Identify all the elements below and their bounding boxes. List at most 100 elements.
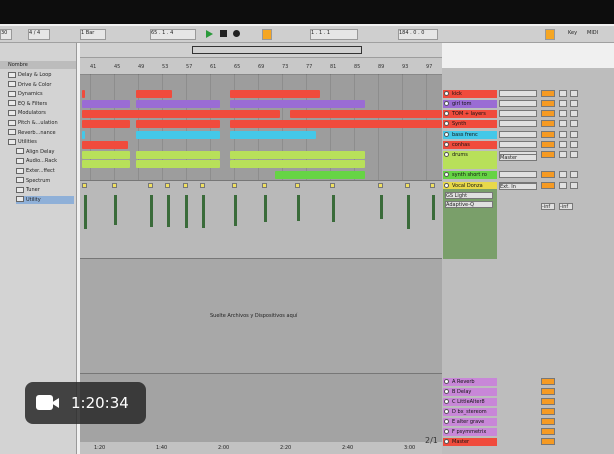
- track-number-button[interactable]: [541, 110, 555, 117]
- arm-button[interactable]: [570, 90, 578, 97]
- vocal-clip-marker[interactable]: [82, 183, 87, 188]
- track-activator-icon[interactable]: [444, 121, 449, 126]
- track-activator-icon[interactable]: [444, 172, 449, 177]
- browser-item[interactable]: Modulators: [8, 109, 46, 117]
- time-ruler[interactable]: 1:20 1:40 2:00 2:20 2:40 3:00: [80, 442, 442, 454]
- browser-item[interactable]: Align Delay: [16, 148, 54, 156]
- arrangement-clip[interactable]: [136, 151, 220, 159]
- vocal-clip-marker[interactable]: [378, 183, 383, 188]
- arm-button[interactable]: [570, 100, 578, 107]
- return-number-button[interactable]: [541, 388, 555, 395]
- return-number-button[interactable]: [541, 438, 555, 445]
- track-activator-icon[interactable]: [444, 379, 449, 384]
- record-icon[interactable]: [233, 30, 240, 37]
- mode-select[interactable]: Adaptive-Q: [445, 201, 493, 208]
- return-track-header[interactable]: E alter grave: [443, 418, 497, 426]
- routing-slot[interactable]: [499, 131, 537, 138]
- track-activator-icon[interactable]: [444, 439, 449, 444]
- track-number-button[interactable]: [541, 182, 555, 189]
- arrangement-clip[interactable]: [136, 160, 220, 168]
- vocal-clip-marker[interactable]: [112, 183, 117, 188]
- pencil-icon[interactable]: [545, 29, 555, 40]
- solo-button[interactable]: [559, 120, 567, 127]
- signature-field[interactable]: 4 / 4: [28, 29, 50, 40]
- track-header[interactable]: Synth: [443, 120, 497, 128]
- browser-item[interactable]: Pitch &...ulation: [8, 119, 58, 127]
- solo-button[interactable]: [559, 182, 567, 189]
- routing-slot[interactable]: [499, 120, 537, 127]
- browser-item[interactable]: EQ & Filters: [8, 100, 47, 108]
- browser-item[interactable]: Delay & Loop: [8, 71, 51, 79]
- arm-button[interactable]: [570, 182, 578, 189]
- vocal-track-lane[interactable]: [80, 180, 442, 259]
- track-activator-icon[interactable]: [444, 419, 449, 424]
- arrangement-clip[interactable]: [82, 160, 130, 168]
- arm-button[interactable]: [570, 120, 578, 127]
- return-number-button[interactable]: [541, 418, 555, 425]
- position-field[interactable]: 65 . 1 . 4: [150, 29, 196, 40]
- arrangement-clip[interactable]: [136, 100, 220, 108]
- track-activator-icon[interactable]: [444, 101, 449, 106]
- track-number-button[interactable]: [541, 131, 555, 138]
- solo-button[interactable]: [559, 110, 567, 117]
- track-number-button[interactable]: [541, 120, 555, 127]
- track-activator-icon[interactable]: [444, 389, 449, 394]
- arm-button[interactable]: [570, 141, 578, 148]
- track-header[interactable]: synth short ro: [443, 171, 497, 179]
- track-activator-icon[interactable]: [444, 183, 449, 188]
- arm-button[interactable]: [570, 110, 578, 117]
- arrangement-clip[interactable]: [136, 120, 220, 128]
- solo-button[interactable]: [559, 151, 567, 158]
- arrangement-clip[interactable]: [275, 171, 365, 179]
- input-ext-select[interactable]: Ext. In: [499, 183, 537, 190]
- arm-button[interactable]: [570, 171, 578, 178]
- solo-button[interactable]: [559, 100, 567, 107]
- vocal-clip-marker[interactable]: [165, 183, 170, 188]
- track-activator-icon[interactable]: [444, 152, 449, 157]
- input-select[interactable]: GS Light: [445, 192, 493, 199]
- track-header[interactable]: conhas: [443, 141, 497, 149]
- send-value[interactable]: -inf: [559, 203, 573, 210]
- vocal-clip-marker[interactable]: [183, 183, 188, 188]
- arrangement-clip[interactable]: [230, 160, 365, 168]
- vocal-clip-marker[interactable]: [295, 183, 300, 188]
- arrangement-clip[interactable]: [82, 100, 130, 108]
- return-number-button[interactable]: [541, 398, 555, 405]
- track-number-button[interactable]: [541, 141, 555, 148]
- arrangement-clip[interactable]: [230, 120, 442, 128]
- loop-length-field[interactable]: 184 . 0 . 0: [398, 29, 438, 40]
- play-icon[interactable]: [206, 30, 213, 38]
- return-track-header[interactable]: B Delay: [443, 388, 497, 396]
- arrangement-clip[interactable]: [82, 151, 130, 159]
- browser-item[interactable]: Tuner: [16, 186, 40, 194]
- track-header[interactable]: bass frenc: [443, 131, 497, 139]
- track-header[interactable]: drums: [443, 151, 497, 169]
- arrangement-clip[interactable]: [82, 141, 128, 149]
- arrangement-clip[interactable]: [82, 120, 130, 128]
- key-label[interactable]: Key: [568, 29, 577, 38]
- routing-slot[interactable]: [499, 141, 537, 148]
- quantize-select[interactable]: 1 Bar: [80, 29, 106, 40]
- overview-bar[interactable]: [80, 43, 442, 57]
- return-track-header[interactable]: D bx_stereom: [443, 408, 497, 416]
- track-activator-icon[interactable]: [444, 399, 449, 404]
- output-master-select[interactable]: Master: [499, 154, 537, 161]
- track-number-button[interactable]: [541, 151, 555, 158]
- track-activator-icon[interactable]: [444, 91, 449, 96]
- track-header[interactable]: TOM + layers: [443, 110, 497, 118]
- browser-item[interactable]: Spectrum: [16, 177, 50, 185]
- arrangement-clip[interactable]: [230, 151, 365, 159]
- track-activator-icon[interactable]: [444, 132, 449, 137]
- volume-value[interactable]: -inf: [541, 203, 555, 210]
- overview-viewport[interactable]: [192, 46, 362, 54]
- arrangement-clip[interactable]: [82, 110, 280, 118]
- draw-mode-icon[interactable]: [262, 29, 272, 40]
- arrangement-clip[interactable]: [230, 90, 320, 98]
- solo-button[interactable]: [559, 141, 567, 148]
- vocal-clip-marker[interactable]: [430, 183, 435, 188]
- solo-button[interactable]: [559, 131, 567, 138]
- solo-button[interactable]: [559, 90, 567, 97]
- track-header[interactable]: kick: [443, 90, 497, 98]
- browser-item[interactable]: Audio...Rack: [16, 157, 57, 165]
- routing-slot[interactable]: [499, 100, 537, 107]
